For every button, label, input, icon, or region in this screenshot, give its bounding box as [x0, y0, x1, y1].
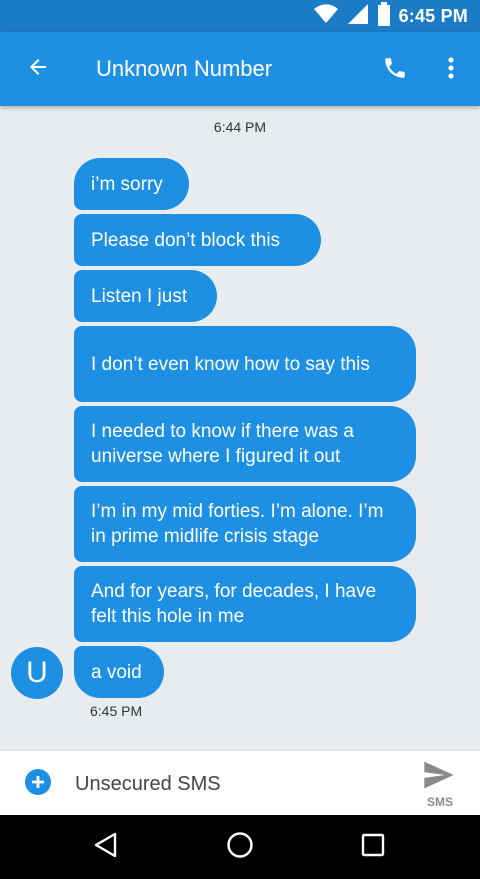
send-icon: [424, 761, 454, 789]
message-bubble[interactable]: Please don’t block this: [74, 214, 321, 266]
message-bubble[interactable]: I’m in my mid forties. I’m alone. I’m in…: [74, 486, 416, 562]
back-arrow-icon: [26, 55, 50, 84]
send-label: SMS: [426, 795, 453, 809]
add-attachment-button[interactable]: [22, 768, 54, 800]
status-time: 6:45 PM: [398, 5, 468, 26]
nav-home-icon: [226, 831, 254, 864]
message-text: I’m in my mid forties. I’m alone. I’m in…: [91, 501, 384, 547]
more-vert-icon: [447, 56, 455, 85]
message-bubble[interactable]: Listen I just: [74, 270, 217, 322]
status-icons: 6:45 PM: [313, 0, 468, 32]
message-bubble[interactable]: a void: [74, 646, 164, 698]
navigation-bar: [0, 815, 480, 879]
message-text: I don’t even know how to say this: [91, 353, 370, 375]
nav-recents-button[interactable]: [351, 825, 395, 869]
nav-back-button[interactable]: [84, 825, 128, 869]
back-button[interactable]: [14, 45, 62, 93]
message-bubble[interactable]: And for years, for decades, I have felt …: [74, 566, 416, 642]
message-timestamp: 6:45 PM: [90, 703, 143, 719]
status-bar: 6:45 PM: [0, 0, 480, 32]
phone-icon: [382, 55, 408, 86]
app-bar: Unknown Number: [0, 32, 480, 106]
message-text: Please don’t block this: [91, 229, 281, 251]
more-options-button[interactable]: [430, 47, 472, 93]
contact-avatar[interactable]: U: [11, 647, 63, 699]
nav-recents-icon: [361, 833, 385, 862]
message-input[interactable]: [75, 769, 395, 799]
wifi-icon: [313, 3, 339, 29]
message-text: i’m sorry: [91, 173, 163, 195]
battery-icon: [377, 1, 391, 31]
signal-icon: [347, 3, 369, 30]
avatar-letter: U: [26, 656, 48, 689]
message-text: a void: [91, 661, 142, 683]
message-text: Listen I just: [91, 285, 188, 307]
message-text: And for years, for decades, I have felt …: [91, 581, 377, 627]
message-bubble[interactable]: I needed to know if there was a universe…: [74, 406, 416, 482]
send-button[interactable]: SMS: [414, 757, 466, 811]
compose-bar: SMS: [0, 750, 480, 815]
message-timestamp: 6:44 PM: [213, 119, 267, 135]
message-list[interactable]: 6:44 PM i’m sorry Please don’t block thi…: [0, 106, 480, 750]
call-button[interactable]: [372, 47, 418, 93]
nav-home-button[interactable]: [218, 825, 262, 869]
message-text: I needed to know if there was a universe…: [91, 421, 354, 467]
message-bubble[interactable]: i’m sorry: [74, 158, 189, 210]
conversation-title: Unknown Number: [96, 56, 273, 81]
message-bubble[interactable]: I don’t even know how to say this: [74, 326, 416, 402]
nav-back-icon: [93, 832, 119, 863]
add-circle-icon: [23, 767, 53, 802]
